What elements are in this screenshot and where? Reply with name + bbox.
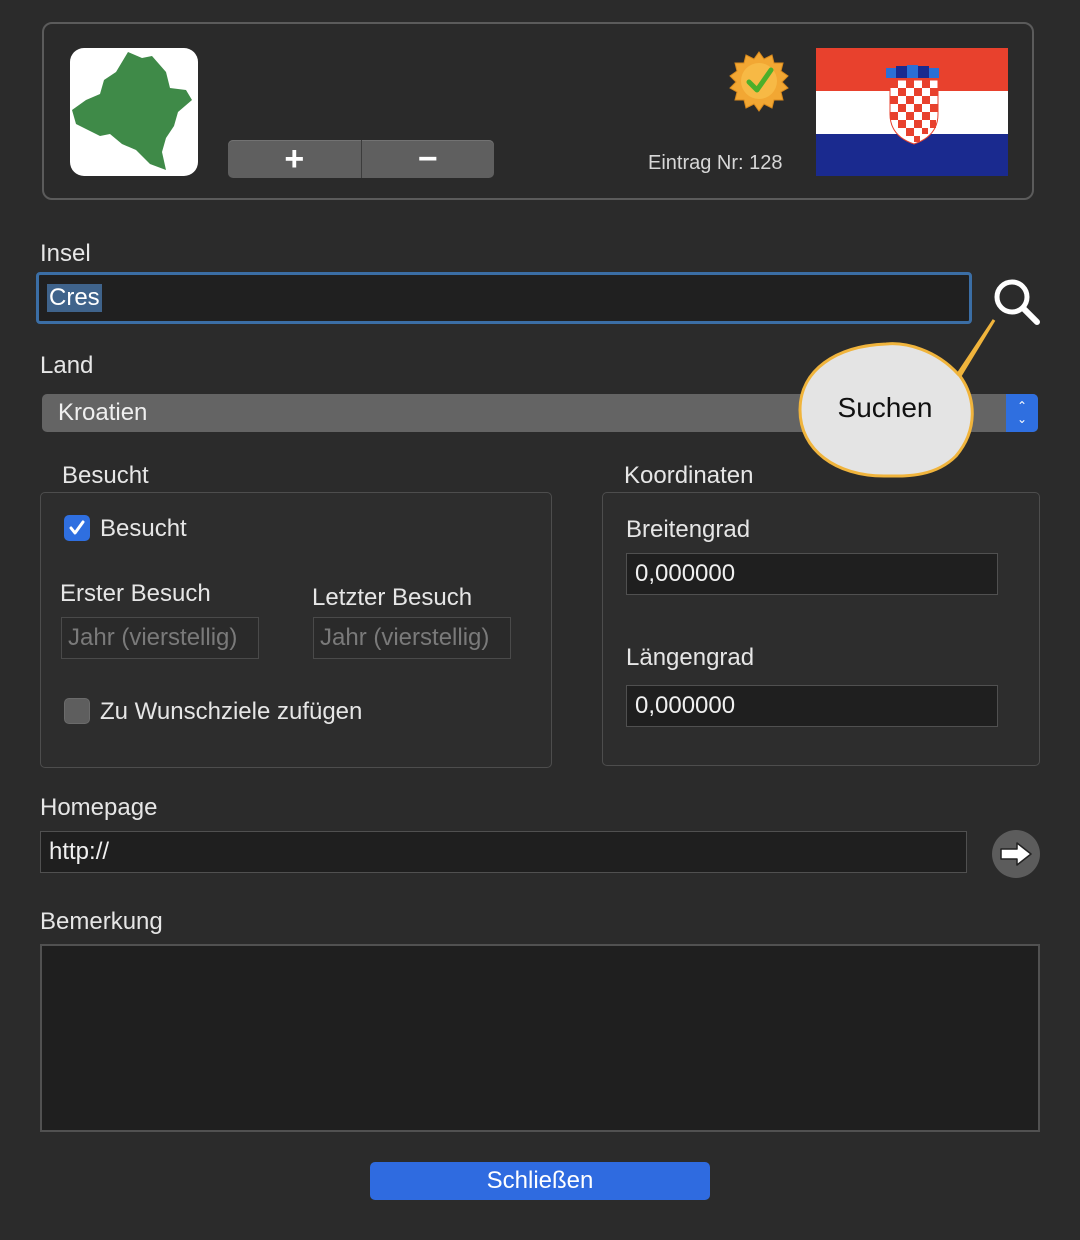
remark-textarea[interactable] — [40, 944, 1040, 1132]
latitude-value: 0,000000 — [635, 560, 736, 587]
remove-entry-button[interactable]: − — [360, 140, 495, 178]
entry-number: Eintrag Nr: 128 — [648, 152, 783, 174]
latitude-input[interactable]: 0,000000 — [626, 553, 998, 595]
first-visit-placeholder: Jahr (vierstellig) — [68, 624, 238, 651]
longitude-input[interactable]: 0,000000 — [626, 685, 998, 727]
island-label: Insel — [40, 240, 91, 267]
visited-group-label: Besucht — [62, 462, 149, 489]
island-name-value: Cres — [47, 284, 102, 312]
add-entry-button[interactable]: + — [228, 140, 361, 178]
last-visit-year-input[interactable]: Jahr (vierstellig) — [313, 617, 511, 659]
country-label: Land — [40, 352, 94, 379]
last-visit-placeholder: Jahr (vierstellig) — [320, 624, 490, 651]
homepage-input[interactable]: http:// — [40, 831, 967, 873]
add-remove-stepper: + − — [228, 140, 494, 178]
open-homepage-button[interactable] — [992, 830, 1040, 878]
remark-label: Bemerkung — [40, 908, 163, 935]
checkmark-icon — [69, 520, 85, 535]
verified-seal-icon — [728, 50, 790, 112]
last-visit-label: Letzter Besuch — [312, 584, 473, 611]
visited-checkbox-label: Besucht — [100, 515, 187, 542]
wishlist-checkbox-label: Zu Wunschziele zufügen — [100, 698, 363, 725]
close-button[interactable]: Schließen — [370, 1162, 710, 1200]
wishlist-checkbox[interactable] — [64, 698, 90, 724]
arrow-right-icon — [1000, 842, 1032, 866]
search-tooltip-text: Suchen — [837, 392, 933, 423]
coordinates-group-label: Koordinaten — [624, 462, 754, 489]
country-selected-value: Kroatien — [58, 399, 148, 426]
croatia-flag-icon — [816, 48, 1008, 176]
longitude-value: 0,000000 — [635, 692, 736, 719]
longitude-label: Längengrad — [626, 644, 755, 671]
island-shape-thumbnail — [70, 48, 198, 176]
first-visit-year-input[interactable]: Jahr (vierstellig) — [61, 617, 259, 659]
latitude-label: Breitengrad — [626, 516, 751, 543]
homepage-value: http:// — [49, 838, 110, 865]
visited-checkbox[interactable] — [64, 515, 90, 541]
homepage-label: Homepage — [40, 794, 158, 821]
first-visit-label: Erster Besuch — [60, 580, 211, 607]
